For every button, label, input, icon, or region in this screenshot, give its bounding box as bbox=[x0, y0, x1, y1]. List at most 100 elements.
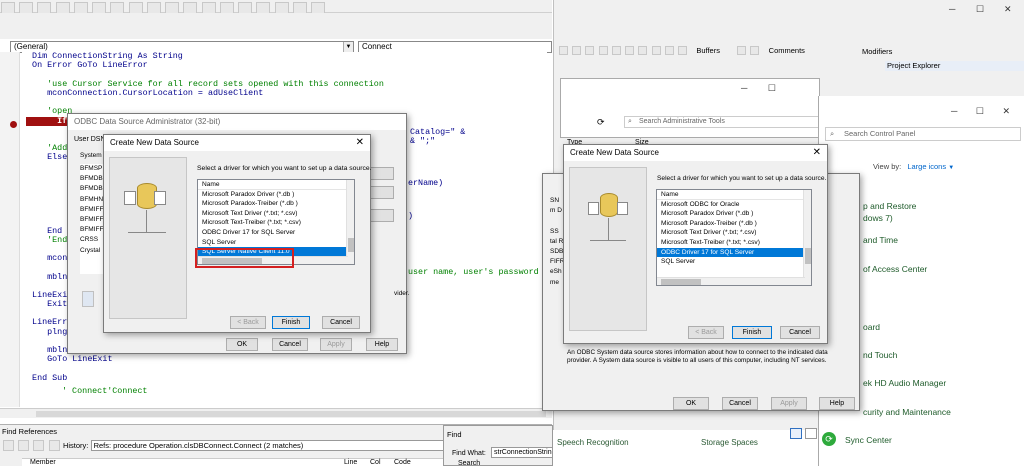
breakpoint-icon[interactable] bbox=[10, 121, 17, 128]
toolbar-button[interactable] bbox=[638, 46, 648, 55]
odbc-help-button[interactable]: Help bbox=[366, 338, 398, 351]
minimize-icon[interactable]: ─ bbox=[741, 83, 747, 93]
chevron-down-icon[interactable]: ▼ bbox=[343, 42, 353, 52]
driver-row[interactable]: Microsoft Paradox-Treiber (*.db )1 bbox=[657, 219, 811, 229]
toolbar-button[interactable] bbox=[625, 46, 635, 55]
refresh-icon[interactable]: ⟳ bbox=[597, 117, 605, 128]
col-col[interactable]: Col bbox=[370, 459, 381, 466]
cp-item-storage-spaces[interactable]: Storage Spaces bbox=[701, 438, 758, 447]
driver-row[interactable]: Microsoft Text-Treiber (*.txt; *.csv)1 bbox=[198, 218, 354, 228]
toolbar-button[interactable] bbox=[750, 46, 760, 55]
scrollbar-thumb[interactable] bbox=[36, 411, 546, 417]
close-icon[interactable]: ✕ bbox=[1003, 106, 1011, 116]
cancel-button[interactable]: Cancel bbox=[322, 316, 360, 329]
odbc-apply-button[interactable]: Apply bbox=[771, 397, 807, 410]
cp-item-speech[interactable]: Speech Recognition bbox=[557, 438, 629, 447]
cp-item-ease-of-access[interactable]: of Access Center bbox=[863, 264, 927, 274]
finish-button[interactable]: Finish bbox=[272, 316, 310, 329]
close-icon[interactable]: ✕ bbox=[356, 135, 364, 151]
modifiers-menu[interactable]: Modifiers bbox=[862, 47, 892, 56]
toolbar-button[interactable] bbox=[598, 46, 608, 55]
cp-item-pen-touch[interactable]: nd Touch bbox=[863, 350, 897, 360]
toolbar-button[interactable] bbox=[559, 46, 568, 55]
refresh-icon[interactable] bbox=[3, 440, 14, 451]
driver-list-header[interactable]: NameV bbox=[198, 180, 354, 190]
driver-row[interactable]: Microsoft ODBC for Oracle1 bbox=[657, 200, 811, 210]
cp-search-box[interactable]: ⌕ Search Control Panel bbox=[825, 127, 1021, 141]
back-button[interactable]: < Back bbox=[230, 316, 266, 329]
comments-menu[interactable]: Comments bbox=[769, 46, 805, 55]
find-what-input[interactable]: strConnectionString bbox=[491, 447, 553, 458]
maximize-icon[interactable]: ☐ bbox=[976, 4, 984, 15]
cancel-button[interactable]: Cancel bbox=[780, 326, 820, 339]
finish-button[interactable]: Finish bbox=[732, 326, 772, 339]
scrollbar-thumb[interactable] bbox=[661, 279, 701, 285]
history-combo[interactable]: Refs: procedure Operation.clsDBConnect.C… bbox=[90, 440, 461, 451]
code-hscrollbar[interactable] bbox=[0, 408, 552, 418]
cp-item-date-time[interactable]: and Time bbox=[863, 235, 898, 245]
toolbar-button[interactable] bbox=[611, 46, 621, 55]
driver-row[interactable]: SQL Server1 bbox=[657, 257, 811, 267]
odbc-apply-button[interactable]: Apply bbox=[320, 338, 352, 351]
col-member[interactable]: Member bbox=[30, 459, 56, 466]
driver-row[interactable]: Microsoft Paradox Driver (*.db )1 bbox=[657, 209, 811, 219]
driver-list-header[interactable]: NameV bbox=[657, 190, 811, 200]
driver-row[interactable]: Microsoft Paradox-Treiber (*.db )1 bbox=[198, 199, 354, 209]
odbc-cancel-button[interactable]: Cancel bbox=[272, 338, 308, 351]
driver-row[interactable]: Microsoft Text Driver (*.txt; *.csv)1 bbox=[198, 209, 354, 219]
close-icon[interactable]: ✕ bbox=[813, 145, 821, 161]
buffers-menu[interactable]: Buffers bbox=[696, 46, 720, 55]
code-line[interactable]: On Error GoTo LineError bbox=[22, 60, 547, 70]
driver-list-vscroll[interactable] bbox=[346, 180, 354, 264]
col-code[interactable]: Code bbox=[394, 459, 411, 466]
admin-search-box[interactable]: ⌕ Search Administrative Tools bbox=[624, 116, 824, 128]
toolbar-button[interactable] bbox=[585, 46, 595, 55]
copy-icon[interactable] bbox=[33, 440, 45, 451]
chevron-down-icon[interactable]: ▼ bbox=[948, 165, 954, 171]
code-line[interactable] bbox=[22, 364, 547, 373]
driver-row[interactable]: Microsoft Text-Treiber (*.txt; *.csv)1 bbox=[657, 238, 811, 248]
odbc-ok-button[interactable]: OK bbox=[673, 397, 709, 410]
cp-item-keyboard[interactable]: oard bbox=[863, 322, 880, 332]
driver-row[interactable]: Microsoft Paradox Driver (*.db )1 bbox=[198, 190, 354, 200]
view-by-value[interactable]: Large icons bbox=[907, 162, 946, 171]
cp-item-backup-restore[interactable]: p and Restore bbox=[863, 201, 916, 211]
driver-list-vscroll[interactable] bbox=[803, 190, 811, 285]
view-toggle-icon[interactable] bbox=[805, 428, 817, 439]
code-line[interactable] bbox=[22, 98, 547, 107]
driver-row[interactable]: ODBC Driver 17 for SQL Server2 bbox=[198, 228, 354, 238]
odbc-ok-button[interactable]: OK bbox=[226, 338, 258, 351]
maximize-icon[interactable]: ☐ bbox=[976, 106, 984, 116]
driver-row[interactable]: ODBC Driver 17 for SQL Server2 bbox=[657, 247, 811, 258]
clear-icon[interactable] bbox=[48, 440, 60, 451]
close-icon[interactable]: ✕ bbox=[1004, 4, 1012, 15]
cp-item-windows7[interactable]: dows 7) bbox=[863, 213, 893, 223]
scrollbar-thumb[interactable] bbox=[805, 248, 811, 264]
go-icon[interactable] bbox=[18, 440, 30, 451]
driver-list-right[interactable]: NameV Microsoft ODBC for Oracle1Microsof… bbox=[656, 189, 812, 286]
odbc-cancel-button[interactable]: Cancel bbox=[722, 397, 758, 410]
tab-user-dsn[interactable]: User DSN bbox=[74, 136, 106, 143]
cp-item-sync-center[interactable]: Sync Center bbox=[845, 435, 892, 445]
scrollbar-thumb[interactable] bbox=[348, 238, 354, 252]
driver-row[interactable]: Microsoft Text Driver (*.txt; *.csv)1 bbox=[657, 228, 811, 238]
code-line[interactable]: GoTo LineExit bbox=[22, 354, 547, 364]
toolbar-button[interactable] bbox=[651, 46, 661, 55]
toolbar-button[interactable] bbox=[572, 46, 582, 55]
driver-row[interactable]: SQL Server1 bbox=[198, 238, 354, 248]
back-button[interactable]: < Back bbox=[688, 326, 724, 339]
odbc-help-button[interactable]: Help bbox=[819, 397, 855, 410]
view-by[interactable]: View by: Large icons ▼ bbox=[873, 162, 954, 171]
toolbar-button[interactable] bbox=[664, 46, 674, 55]
minimize-icon[interactable]: ─ bbox=[951, 106, 957, 116]
code-line[interactable]: End Sub bbox=[22, 373, 547, 383]
toolbar-button[interactable] bbox=[737, 46, 747, 55]
cp-item-security-maintenance[interactable]: curity and Maintenance bbox=[863, 407, 951, 417]
minimize-icon[interactable]: ─ bbox=[949, 4, 955, 14]
maximize-icon[interactable]: ☐ bbox=[768, 83, 776, 93]
cp-item-realtek-audio[interactable]: ek HD Audio Manager bbox=[863, 378, 946, 388]
code-gutter[interactable] bbox=[0, 52, 20, 407]
toolbar-button[interactable] bbox=[678, 46, 688, 55]
code-line[interactable]: mconConnection.CursorLocation = adUseCli… bbox=[22, 88, 547, 98]
col-line[interactable]: Line bbox=[344, 459, 357, 466]
